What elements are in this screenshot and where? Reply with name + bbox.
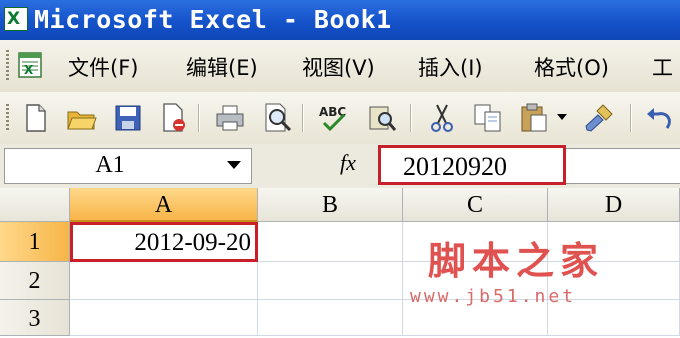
research-icon[interactable]: [366, 102, 398, 134]
toolbar-separator: [302, 104, 303, 132]
toolbar-separator: [630, 104, 631, 132]
watermark-url: www.jb51.net: [410, 286, 577, 307]
formula-value: 20120920: [403, 152, 507, 181]
column-header-d[interactable]: D: [548, 188, 680, 222]
column-header-c[interactable]: C: [403, 188, 548, 222]
menu-file[interactable]: 文件(F): [68, 52, 138, 82]
cell-a1-value: 2012-09-20: [134, 229, 251, 256]
cell-a3[interactable]: [70, 300, 258, 336]
workbook-icon[interactable]: X: [16, 52, 46, 78]
print-icon[interactable]: [214, 102, 246, 134]
cell-a2[interactable]: [70, 262, 258, 300]
formula-input[interactable]: 20120920: [378, 145, 566, 185]
menu-view[interactable]: 视图(V): [302, 52, 375, 82]
open-folder-icon[interactable]: [66, 102, 98, 134]
formula-input-extension[interactable]: [566, 148, 680, 184]
toolbar-grip[interactable]: [6, 104, 9, 132]
column-header-b[interactable]: B: [258, 188, 403, 222]
window-title: Microsoft Excel - Book1: [34, 5, 392, 34]
select-all-corner[interactable]: [0, 188, 70, 222]
new-document-icon[interactable]: [20, 102, 52, 134]
menu-tools[interactable]: 工: [652, 52, 673, 82]
print-preview-icon[interactable]: [262, 102, 294, 134]
toolbar-separator: [410, 104, 411, 132]
formula-bar: A1 fx 20120920: [0, 144, 680, 189]
cell-a1[interactable]: 2012-09-20: [70, 222, 258, 262]
toolbar-separator: [198, 104, 199, 132]
standard-toolbar: ABC: [0, 92, 680, 145]
menu-format[interactable]: 格式(O): [534, 52, 609, 82]
row-header-3[interactable]: 3: [0, 300, 70, 336]
name-box[interactable]: A1: [4, 148, 252, 184]
save-icon[interactable]: [112, 102, 144, 134]
chevron-down-icon[interactable]: [227, 161, 241, 169]
column-header-a[interactable]: A: [70, 188, 258, 222]
fx-icon[interactable]: fx: [340, 150, 356, 176]
undo-icon[interactable]: [644, 102, 676, 134]
title-bar: X Microsoft Excel - Book1: [0, 0, 680, 40]
cut-icon[interactable]: [426, 102, 458, 134]
permission-icon[interactable]: [158, 102, 190, 134]
cell-b2[interactable]: [258, 262, 403, 300]
excel-logo-icon: X: [4, 7, 28, 31]
cell-b1[interactable]: [258, 222, 403, 262]
name-box-value: A1: [95, 152, 125, 178]
svg-text:X: X: [24, 63, 34, 77]
watermark-text: 脚本之家: [428, 239, 605, 283]
menu-insert[interactable]: 插入(I): [418, 52, 483, 82]
cell-b3[interactable]: [258, 300, 403, 336]
menu-bar: X 文件(F) 编辑(E) 视图(V) 插入(I) 格式(O) 工: [0, 40, 680, 93]
paste-icon[interactable]: [518, 102, 550, 134]
menu-edit[interactable]: 编辑(E): [186, 52, 258, 82]
menu-grip[interactable]: [6, 50, 9, 80]
format-painter-icon[interactable]: [584, 102, 616, 134]
row-header-2[interactable]: 2: [0, 262, 70, 300]
copy-icon[interactable]: [472, 102, 504, 134]
paste-dropdown-icon[interactable]: [552, 102, 572, 134]
row-header-1[interactable]: 1: [0, 222, 70, 262]
spelling-icon[interactable]: ABC: [318, 102, 350, 134]
